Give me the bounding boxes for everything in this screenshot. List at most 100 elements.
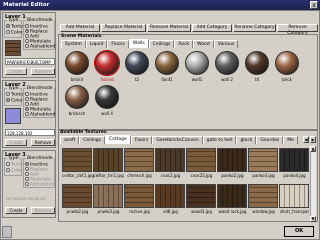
layer-2-color-swatch[interactable] bbox=[5, 108, 21, 124]
layer-1-type-color[interactable]: Color bbox=[6, 30, 23, 36]
texture-tab[interactable]: glock bbox=[236, 136, 257, 144]
material-sphere-preview bbox=[215, 51, 239, 75]
add-category-button[interactable]: Add Category bbox=[192, 24, 232, 32]
layer-1-blend-alphablend[interactable]: Alphablend bbox=[25, 44, 55, 50]
texture-item[interactable]: wood rock.jpg bbox=[217, 184, 248, 216]
texture-item[interactable]: cvoc2.jpg bbox=[155, 148, 186, 180]
remove-material-button[interactable]: Remove Material bbox=[147, 24, 191, 32]
layer-1-remove-button[interactable]: Remove bbox=[31, 68, 55, 75]
texture-item[interactable]: panko3.jpg bbox=[248, 148, 279, 180]
texture-item[interactable]: chimnch.jpg bbox=[124, 148, 155, 180]
material-name: t4 bbox=[254, 77, 260, 82]
scene-material-item[interactable]: brick4 bbox=[62, 50, 92, 84]
texture-filename: cvoc22.jpg bbox=[190, 173, 213, 178]
texture-thumbnail bbox=[124, 148, 154, 172]
layer-2-panel: Layer 2 Type Texture Color Blendmode Ina… bbox=[2, 80, 56, 148]
texture-tab[interactable]: Gourdes bbox=[256, 136, 284, 144]
tabs-scroll-left-button[interactable]: ◀ bbox=[303, 136, 309, 143]
texture-tab[interactable]: aceft bbox=[60, 136, 80, 144]
texture-item[interactable]: cvoc22.jpg bbox=[186, 148, 217, 180]
window-title: Material Editor bbox=[3, 2, 50, 8]
material-name: hotred bbox=[100, 77, 114, 82]
layer-1-path-field[interactable]: PAW\BRICK\BUILT.BMP bbox=[5, 58, 55, 65]
layer-2-type-color[interactable]: Color bbox=[6, 98, 23, 104]
texture-item[interactable]: shutr_transpar bbox=[279, 184, 310, 216]
texture-filename: rockvo.jpg bbox=[129, 209, 150, 214]
layer-2-create-button[interactable]: Create bbox=[5, 139, 27, 146]
material-name: brick bbox=[282, 77, 292, 82]
tabs-scroll-right-button[interactable]: ▶ bbox=[310, 136, 316, 143]
scene-tab-various[interactable]: Various bbox=[213, 40, 239, 48]
texture-thumbnail bbox=[279, 148, 309, 172]
scene-tab-wood[interactable]: Wood bbox=[193, 40, 214, 48]
scene-tab-floors[interactable]: Floors bbox=[107, 40, 129, 48]
layer-3-blend-alphablend[interactable]: Alphablend bbox=[25, 182, 55, 188]
texture-tab[interactable]: gate to hell bbox=[202, 136, 237, 144]
scene-tab-system[interactable]: System bbox=[61, 40, 86, 48]
scene-material-item[interactable]: brick bbox=[272, 50, 302, 84]
scroll-down-button[interactable]: ▼ bbox=[310, 216, 316, 222]
layer-2-color-field[interactable]: 128,128,192 bbox=[5, 129, 55, 136]
texture-filename: window.jpg bbox=[252, 209, 275, 214]
scroll-up-button[interactable]: ▲ bbox=[310, 146, 316, 152]
texture-thumbnail bbox=[93, 148, 123, 172]
texture-filename: pnwlo2.jpg bbox=[66, 209, 89, 214]
texture-thumbnail bbox=[62, 148, 92, 172]
texture-item[interactable]: rockvo.jpg bbox=[124, 184, 155, 216]
layer-3-type-color[interactable]: Color bbox=[6, 168, 23, 174]
close-button[interactable]: x bbox=[310, 1, 318, 9]
layer-2-remove-button[interactable]: Remove bbox=[31, 139, 55, 146]
texture-filename: panko3.jpg bbox=[252, 173, 275, 178]
texture-item[interactable]: window.jpg bbox=[248, 184, 279, 216]
scene-material-item[interactable]: wall1 bbox=[182, 50, 212, 84]
texture-filename: wood3.jpg bbox=[191, 209, 212, 214]
texture-tab[interactable]: Cottage bbox=[105, 135, 131, 144]
rename-category-button[interactable]: Rename Category bbox=[233, 24, 276, 32]
texture-thumbnail bbox=[155, 184, 185, 208]
material-sphere-preview bbox=[275, 51, 299, 75]
remove-category-button[interactable]: Remove Category bbox=[277, 24, 318, 36]
scene-tab-rock[interactable]: Rock bbox=[174, 40, 194, 48]
texture-thumbnail bbox=[248, 184, 278, 208]
add-material-button[interactable]: Add Material bbox=[60, 24, 100, 32]
texture-item[interactable]: pnwlo3.jpg bbox=[93, 184, 124, 216]
layer-2-type-group: Type Texture Color bbox=[4, 86, 27, 106]
scene-material-item[interactable]: wall 4 bbox=[92, 84, 122, 118]
texture-item[interactable]: wood3.jpg bbox=[186, 184, 217, 216]
material-sphere-preview bbox=[245, 51, 269, 75]
scene-tab-liquid[interactable]: Liquid bbox=[85, 40, 108, 48]
material-name: wall1 bbox=[191, 77, 203, 82]
texture-item[interactable]: ceiltor_trn1.jpg bbox=[93, 148, 124, 180]
texture-tab[interactable]: Floors bbox=[130, 136, 153, 144]
ok-button[interactable]: OK bbox=[284, 226, 314, 237]
texture-item[interactable]: panko2.jpg bbox=[217, 148, 248, 180]
material-sphere-preview bbox=[185, 51, 209, 75]
texture-tab[interactable]: Me bbox=[283, 136, 298, 144]
scene-material-item[interactable]: bricksch bbox=[62, 84, 92, 118]
layer-1-panel: Layer 1 Type Texture Color Blendmode Ina… bbox=[2, 12, 56, 78]
scene-material-item[interactable]: wall 2 bbox=[212, 50, 242, 84]
texture-tab[interactable]: GerelbricksCanvon bbox=[152, 136, 203, 144]
layer-3-remove-button[interactable]: Remove bbox=[31, 207, 55, 214]
scene-material-item[interactable]: t4 bbox=[242, 50, 272, 84]
scene-material-item[interactable]: facd1 bbox=[152, 50, 182, 84]
texture-filename: sd8.jpg bbox=[163, 209, 178, 214]
texture-item[interactable]: ceiltor_zint1.jpg bbox=[62, 148, 94, 180]
layer-1-texture-preview bbox=[5, 40, 21, 56]
scene-material-item[interactable]: t2 bbox=[122, 50, 152, 84]
texture-item[interactable]: panko4.jpg bbox=[279, 148, 310, 180]
texture-tab[interactable]: Ceilings bbox=[79, 136, 105, 144]
app-icon bbox=[2, 226, 12, 238]
replace-material-button[interactable]: Replace Material bbox=[101, 24, 146, 32]
texture-thumbnail bbox=[217, 184, 247, 208]
layer-1-create-button[interactable]: Create bbox=[5, 68, 27, 75]
scene-tab-ceilings[interactable]: Ceilings bbox=[148, 40, 175, 48]
texture-item[interactable]: pnwlo2.jpg bbox=[62, 184, 93, 216]
texture-thumbnail bbox=[155, 148, 185, 172]
layer-2-blend-alphablend[interactable]: Alphablend bbox=[25, 112, 55, 118]
layer-3-create-button[interactable]: Create bbox=[5, 207, 27, 214]
scene-tab-walls[interactable]: Walls bbox=[128, 39, 149, 48]
texture-item[interactable]: sd8.jpg bbox=[155, 184, 186, 216]
texture-scrollbar[interactable] bbox=[310, 146, 316, 222]
scene-material-item[interactable]: hotred bbox=[92, 50, 122, 84]
